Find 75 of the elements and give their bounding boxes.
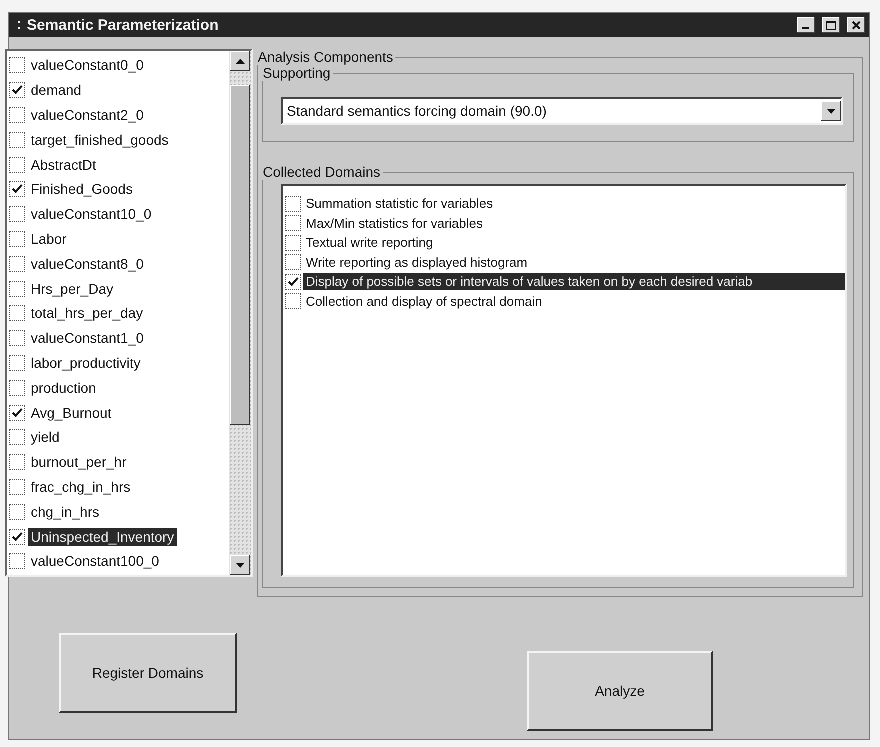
variable-item[interactable]: chg_in_hrs bbox=[28, 502, 102, 521]
variable-item[interactable]: valueConstant0_0 bbox=[28, 56, 147, 74]
minimize-button[interactable] bbox=[797, 17, 815, 33]
window-menu-icon[interactable] bbox=[17, 20, 21, 30]
variable-item[interactable]: total_hrs_per_day bbox=[28, 304, 146, 322]
variable-item[interactable]: target_finished_goods bbox=[28, 130, 172, 149]
domain-item[interactable]: Display of possible sets or intervals of values taken on by each desired variab bbox=[303, 273, 845, 290]
checkbox[interactable] bbox=[9, 504, 25, 520]
checkbox[interactable] bbox=[9, 181, 25, 198]
variable-item[interactable]: Uninspected_Inventory bbox=[28, 528, 178, 546]
checkbox[interactable] bbox=[285, 254, 301, 270]
scrollbar[interactable] bbox=[229, 51, 251, 575]
checkbox[interactable] bbox=[9, 305, 25, 322]
variable-item[interactable]: Avg_Burnout bbox=[28, 404, 115, 422]
variable-item[interactable]: burnout_per_hr bbox=[28, 453, 130, 472]
checkbox[interactable] bbox=[9, 429, 25, 446]
variable-item[interactable]: valueConstant2_0 bbox=[28, 106, 147, 124]
supporting-dropdown[interactable]: Standard semantics forcing domain (90.0) bbox=[281, 97, 843, 125]
checkbox[interactable] bbox=[9, 354, 25, 371]
variable-item[interactable]: valueConstant8_0 bbox=[28, 254, 147, 273]
checkbox[interactable] bbox=[9, 256, 25, 272]
variable-item[interactable]: labor_productivity bbox=[28, 354, 144, 372]
close-button[interactable] bbox=[847, 17, 865, 33]
domain-item[interactable]: Collection and display of spectral domain bbox=[303, 292, 845, 310]
checkbox[interactable] bbox=[9, 156, 25, 173]
checkbox[interactable] bbox=[9, 454, 25, 470]
checkbox[interactable] bbox=[9, 330, 25, 346]
checkbox[interactable] bbox=[285, 215, 301, 232]
dropdown-button[interactable] bbox=[821, 101, 841, 121]
scroll-down-button[interactable] bbox=[230, 555, 250, 575]
maximize-icon bbox=[826, 20, 836, 30]
down-arrow-icon bbox=[236, 562, 244, 568]
checkbox[interactable] bbox=[9, 404, 25, 421]
scroll-up-button[interactable] bbox=[230, 51, 250, 71]
register-domains-button[interactable]: Register Domains bbox=[59, 633, 237, 713]
checkbox[interactable] bbox=[9, 528, 25, 545]
variable-item[interactable]: valueConstant10_0 bbox=[28, 205, 155, 224]
group-title: Supporting bbox=[262, 65, 332, 81]
checkbox[interactable] bbox=[9, 206, 25, 222]
group-title: Collected Domains bbox=[262, 164, 382, 180]
domain-item[interactable]: Max/Min statistics for variables bbox=[303, 214, 845, 232]
checkbox[interactable] bbox=[9, 82, 25, 98]
variable-item[interactable]: demand bbox=[28, 81, 85, 100]
variable-item[interactable]: valueConstant100_0 bbox=[28, 552, 162, 570]
caret-icon bbox=[826, 108, 836, 114]
variable-item[interactable]: yield bbox=[28, 428, 63, 446]
variable-item[interactable]: AbstractDt bbox=[28, 156, 100, 174]
analyze-button[interactable]: Analyze bbox=[527, 651, 713, 731]
checkbox[interactable] bbox=[9, 380, 25, 396]
variable-item[interactable]: frac_chg_in_hrs bbox=[28, 478, 134, 496]
variable-item[interactable]: Hrs_per_Day bbox=[28, 280, 116, 298]
checkbox[interactable] bbox=[9, 106, 25, 123]
checkbox[interactable] bbox=[9, 57, 25, 74]
variable-item[interactable]: Labor bbox=[28, 230, 70, 248]
checkbox[interactable] bbox=[9, 553, 25, 570]
scroll-thumb[interactable] bbox=[230, 85, 250, 425]
domain-item[interactable]: Textual write reporting bbox=[303, 234, 845, 252]
checkbox[interactable] bbox=[9, 230, 25, 247]
maximize-button[interactable] bbox=[822, 17, 840, 33]
checkbox[interactable] bbox=[9, 132, 25, 148]
close-icon bbox=[852, 20, 860, 30]
variable-item[interactable]: production bbox=[28, 378, 100, 397]
domain-item[interactable]: Summation statistic for variables bbox=[303, 195, 845, 212]
domain-item[interactable]: Write reporting as displayed histogram bbox=[303, 254, 845, 271]
variable-item[interactable]: valueConstant1_0 bbox=[28, 329, 147, 348]
group-title: Analysis Components bbox=[257, 49, 394, 65]
checkbox[interactable] bbox=[9, 478, 25, 495]
checkbox[interactable] bbox=[285, 274, 301, 290]
window-title: Semantic Parameterization bbox=[27, 16, 220, 34]
variable-item[interactable]: Finished_Goods bbox=[28, 180, 136, 198]
checkbox[interactable] bbox=[9, 280, 25, 297]
checkbox[interactable] bbox=[285, 196, 301, 212]
checkbox[interactable] bbox=[285, 234, 301, 251]
checkbox[interactable] bbox=[285, 293, 301, 310]
up-arrow-icon bbox=[236, 58, 244, 64]
